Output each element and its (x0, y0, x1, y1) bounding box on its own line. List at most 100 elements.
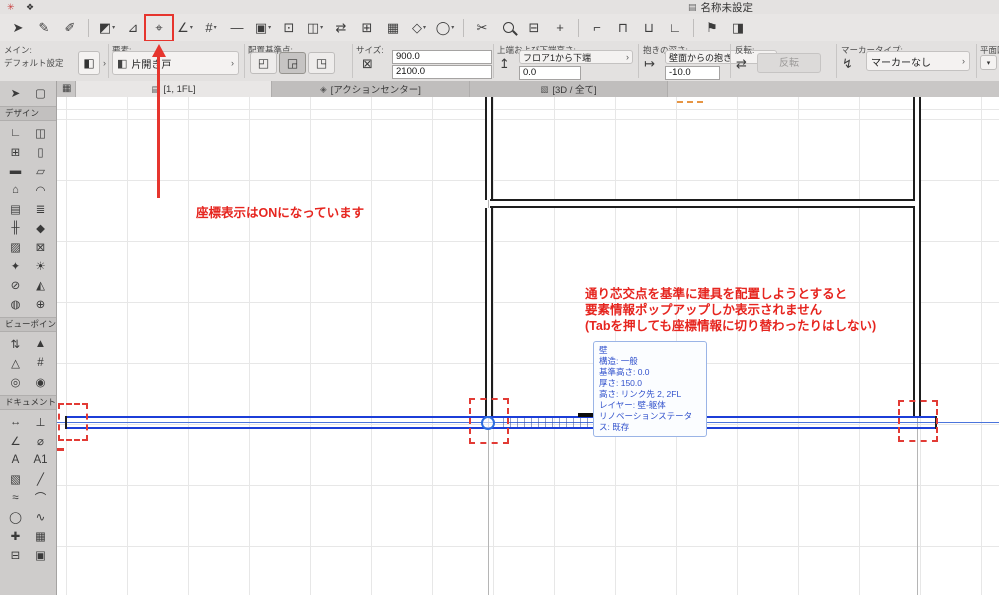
transfer-settings-icon[interactable]: ⇄ (329, 17, 353, 39)
tool-stamp[interactable]: ▣ (28, 545, 53, 564)
tool-angle-dimension[interactable]: ∠ (3, 431, 28, 450)
tool-mesh[interactable]: ⊠ (28, 237, 53, 256)
wall-vertical-left-lower[interactable] (485, 208, 493, 417)
arrow-icon: ➤ (10, 87, 21, 100)
marquee-mode-icon[interactable]: ⊡ (277, 17, 301, 39)
tool-shell[interactable]: ◠ (28, 180, 53, 199)
zoom-tool-icon[interactable] (496, 17, 520, 39)
tab-action-center[interactable]: ◈ [アクションセンター] (272, 81, 470, 97)
layer-options-icon[interactable]: ◫ ▾ (303, 17, 327, 39)
tool-drawing[interactable]: ⊟ (3, 545, 28, 564)
tool-figure[interactable]: ▦ (28, 526, 53, 545)
selection-options-icon[interactable]: ◩ ▾ (95, 17, 119, 39)
reveal-value-field[interactable]: -10.0 (665, 66, 720, 80)
element-type-dropdown[interactable]: ◧ 片開き戸 › (112, 51, 239, 75)
tooltip-line: 構造: 一般 (599, 356, 638, 367)
attribute-options-icon[interactable]: ▣ ▾ (251, 17, 275, 39)
tool-truss[interactable]: ◭ (28, 275, 53, 294)
wall-vertical-right[interactable] (913, 97, 921, 417)
tool-level-dimension[interactable]: ⊥ (28, 412, 53, 431)
tool-polyline[interactable]: ≈ (3, 488, 28, 507)
tool-interior-elevation[interactable]: △ (3, 353, 28, 372)
split-tool-icon[interactable]: ✂ (470, 17, 494, 39)
elevation-value-field[interactable]: 0.0 (519, 66, 581, 80)
tool-marquee[interactable]: ▢ (28, 83, 53, 102)
tab-overview-icon[interactable]: ▦ (62, 83, 71, 94)
tool-zone[interactable]: ▨ (3, 237, 28, 256)
tool-equipment[interactable]: ⊕ (28, 294, 53, 313)
fit-view-icon[interactable]: ⊟ (522, 17, 546, 39)
tool-label[interactable]: A1 (28, 450, 53, 469)
tool-slab[interactable]: ▱ (28, 161, 53, 180)
tool-railing[interactable]: ╫ (3, 218, 28, 237)
tool-door[interactable]: ◫ (28, 123, 53, 142)
tool-roof[interactable]: ⌂ (3, 180, 28, 199)
tool-stair[interactable]: ≣ (28, 199, 53, 218)
size-height-field[interactable]: 2100.0 (392, 65, 492, 79)
tool-beam[interactable]: ▬ (3, 161, 28, 180)
anchor-side-left-button[interactable]: ◰ (250, 52, 277, 74)
tool-curtain-wall[interactable]: ▤ (3, 199, 28, 218)
fill-icon: ▧ (10, 473, 21, 486)
plan-view-dropdown[interactable]: ▾ (980, 55, 997, 70)
flag-tool-icon[interactable]: ⚑ (700, 17, 724, 39)
corner-tool-icon[interactable]: ∟ (663, 17, 687, 39)
tool-column[interactable]: ▯ (28, 142, 53, 161)
marker-type-dropdown[interactable]: マーカーなし › (866, 51, 970, 71)
tool-text[interactable]: A (3, 450, 28, 469)
tool-morph[interactable]: ◆ (28, 218, 53, 237)
flip-button[interactable]: 反転 (757, 53, 821, 73)
tool-window[interactable]: ⊞ (3, 142, 28, 161)
wall-vertical-left-upper[interactable] (485, 97, 493, 200)
tool-section[interactable]: ⇅ (3, 334, 28, 353)
pan-tool-icon[interactable]: + (548, 17, 572, 39)
tool-radial-dimension[interactable]: ⌀ (28, 431, 53, 450)
coordinate-display-toggle-icon[interactable]: ⌖ (144, 13, 174, 42)
tool-hotspot[interactable]: ✚ (3, 526, 28, 545)
tool-fill[interactable]: ▧ (3, 469, 28, 488)
pencil-tool-icon[interactable]: ✎ (32, 17, 56, 39)
size-width-field[interactable]: 900.0 (392, 50, 492, 64)
anchor-center-button[interactable]: ◲ (279, 52, 306, 74)
tool-spline[interactable]: ∿ (28, 507, 53, 526)
tool-wall[interactable]: ∟ (3, 123, 28, 142)
mirror-tool-icon[interactable]: ◨ (726, 17, 750, 39)
tool-skylight[interactable]: ◍ (3, 294, 28, 313)
anchor-side-right-button[interactable]: ◳ (308, 52, 335, 74)
tab-3d[interactable]: ▧ [3D / 全て] (470, 81, 668, 97)
tool-lamp[interactable]: ☀ (28, 256, 53, 275)
intersect-tool-icon[interactable]: ⊔ (637, 17, 661, 39)
tool-worksheet[interactable]: # (28, 353, 53, 372)
trim-tool-icon[interactable]: ⌐ (585, 17, 609, 39)
tool-arc[interactable]: ⌒ (28, 488, 53, 507)
tool-line[interactable]: ╱ (28, 469, 53, 488)
snap-angle-toggle-icon[interactable]: ⊿ (121, 17, 145, 39)
grid-intersection-hotspot[interactable] (481, 416, 495, 430)
adjust-tool-icon[interactable]: ⊓ (611, 17, 635, 39)
tool-object[interactable]: ✦ (3, 256, 28, 275)
cursor-tool-icon[interactable]: ➤ (6, 17, 30, 39)
default-settings-button[interactable]: ◧ (78, 51, 100, 75)
wall-horizontal-upper[interactable] (490, 199, 915, 208)
grid-snap-options-icon[interactable]: # ▾ (199, 17, 223, 39)
elevation-reference-dropdown[interactable]: フロア1から下端 › (519, 50, 633, 64)
tool-elevation[interactable]: ▲ (28, 334, 53, 353)
slab-icon: ▱ (36, 165, 45, 178)
tool-circle[interactable]: ◯ (3, 507, 28, 526)
fill-display-toggle-icon[interactable]: ▦ (381, 17, 405, 39)
default-settings-chevron-icon[interactable]: › (103, 58, 106, 68)
tool-arrow[interactable]: ➤ (3, 83, 28, 102)
pen-tool-icon[interactable]: ✐ (58, 17, 82, 39)
guide-line-toggle-icon[interactable]: — (225, 17, 249, 39)
grid-toggle-icon[interactable]: ⊞ (355, 17, 379, 39)
tool-detail[interactable]: ◎ (3, 372, 28, 391)
drawing-canvas[interactable]: 座標表示はONになっています 通り芯交点を基準に建具を配置しようとすると 要素情… (57, 97, 999, 595)
tool-dimension[interactable]: ↔ (3, 412, 28, 431)
tool-camera[interactable]: ◉ (28, 372, 53, 391)
shape-options-icon[interactable]: ◇ ▾ (407, 17, 431, 39)
tab-floor-plan[interactable]: ▤ [1, 1FL] (75, 81, 272, 97)
tracker-options-icon[interactable]: ∠ ▾ (173, 17, 197, 39)
glyph: ◩ (98, 20, 112, 35)
circle-options-icon[interactable]: ◯ ▾ (433, 17, 457, 39)
tool-opening[interactable]: ⊘ (3, 275, 28, 294)
